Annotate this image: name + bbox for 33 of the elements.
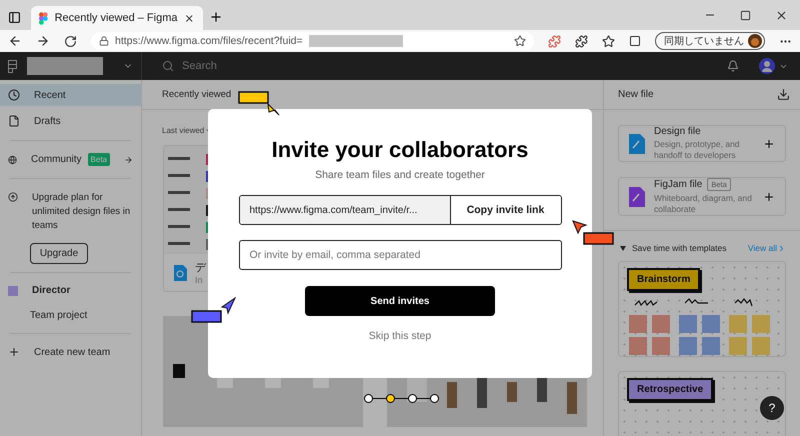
section-title: Recently viewed xyxy=(162,89,232,100)
community-link[interactable]: Community xyxy=(30,154,82,165)
email-field[interactable]: Or invite by email, comma separated xyxy=(238,240,562,270)
file-type-title: FigJam file xyxy=(654,179,702,190)
new-file-card[interactable]: Design file Design, prototype, and handoff to developers xyxy=(618,125,786,162)
beta-badge: Beta xyxy=(88,153,110,166)
sidebar-item[interactable]: Recent xyxy=(0,84,141,106)
file-title: デ xyxy=(195,261,206,275)
file-type-description: Whiteboard, diagram, and collaborate xyxy=(654,193,753,215)
upgrade-button[interactable]: Upgrade xyxy=(30,243,88,264)
file-type-title: Design file xyxy=(654,126,701,137)
template-label: Brainstorm xyxy=(627,268,700,291)
create-team-link[interactable]: Create new team xyxy=(34,346,110,358)
skip-link[interactable]: Skip this step xyxy=(368,330,432,342)
template-card[interactable]: Brainstorm xyxy=(618,261,786,357)
invite-link-field[interactable]: https://www.figma.com/team_invite/r... xyxy=(240,196,450,224)
team-name[interactable]: Director xyxy=(32,285,70,296)
dialog-title: Invite your collaborators xyxy=(272,137,528,163)
file-subtitle: In xyxy=(195,275,204,285)
address-field[interactable]: https://www.figma.com/files/recent?fuid= xyxy=(91,32,534,50)
panel-title: New file xyxy=(618,89,654,100)
upgrade-text: Upgrade plan for unlimited design files in teams xyxy=(32,191,132,233)
browser-tab[interactable]: Recently viewed – Figma xyxy=(31,6,203,30)
file-type-description: Design, prototype, and handoff to developers xyxy=(654,139,741,161)
url-text: https://www.figma.com/files/recent?fuid= xyxy=(115,35,303,47)
template-label: Retrospective xyxy=(627,378,714,401)
sidebar-item[interactable]: Drafts xyxy=(0,110,141,132)
profile-button[interactable]: 同期していません xyxy=(655,32,765,50)
tab-title: Recently viewed – Figma xyxy=(54,12,178,24)
project-link[interactable]: Team project xyxy=(30,310,88,321)
templates-heading: Save time with templates xyxy=(632,243,726,253)
dialog-subtitle: Share team files and create together xyxy=(315,169,485,181)
send-invites-button[interactable]: Send invites xyxy=(305,286,495,316)
